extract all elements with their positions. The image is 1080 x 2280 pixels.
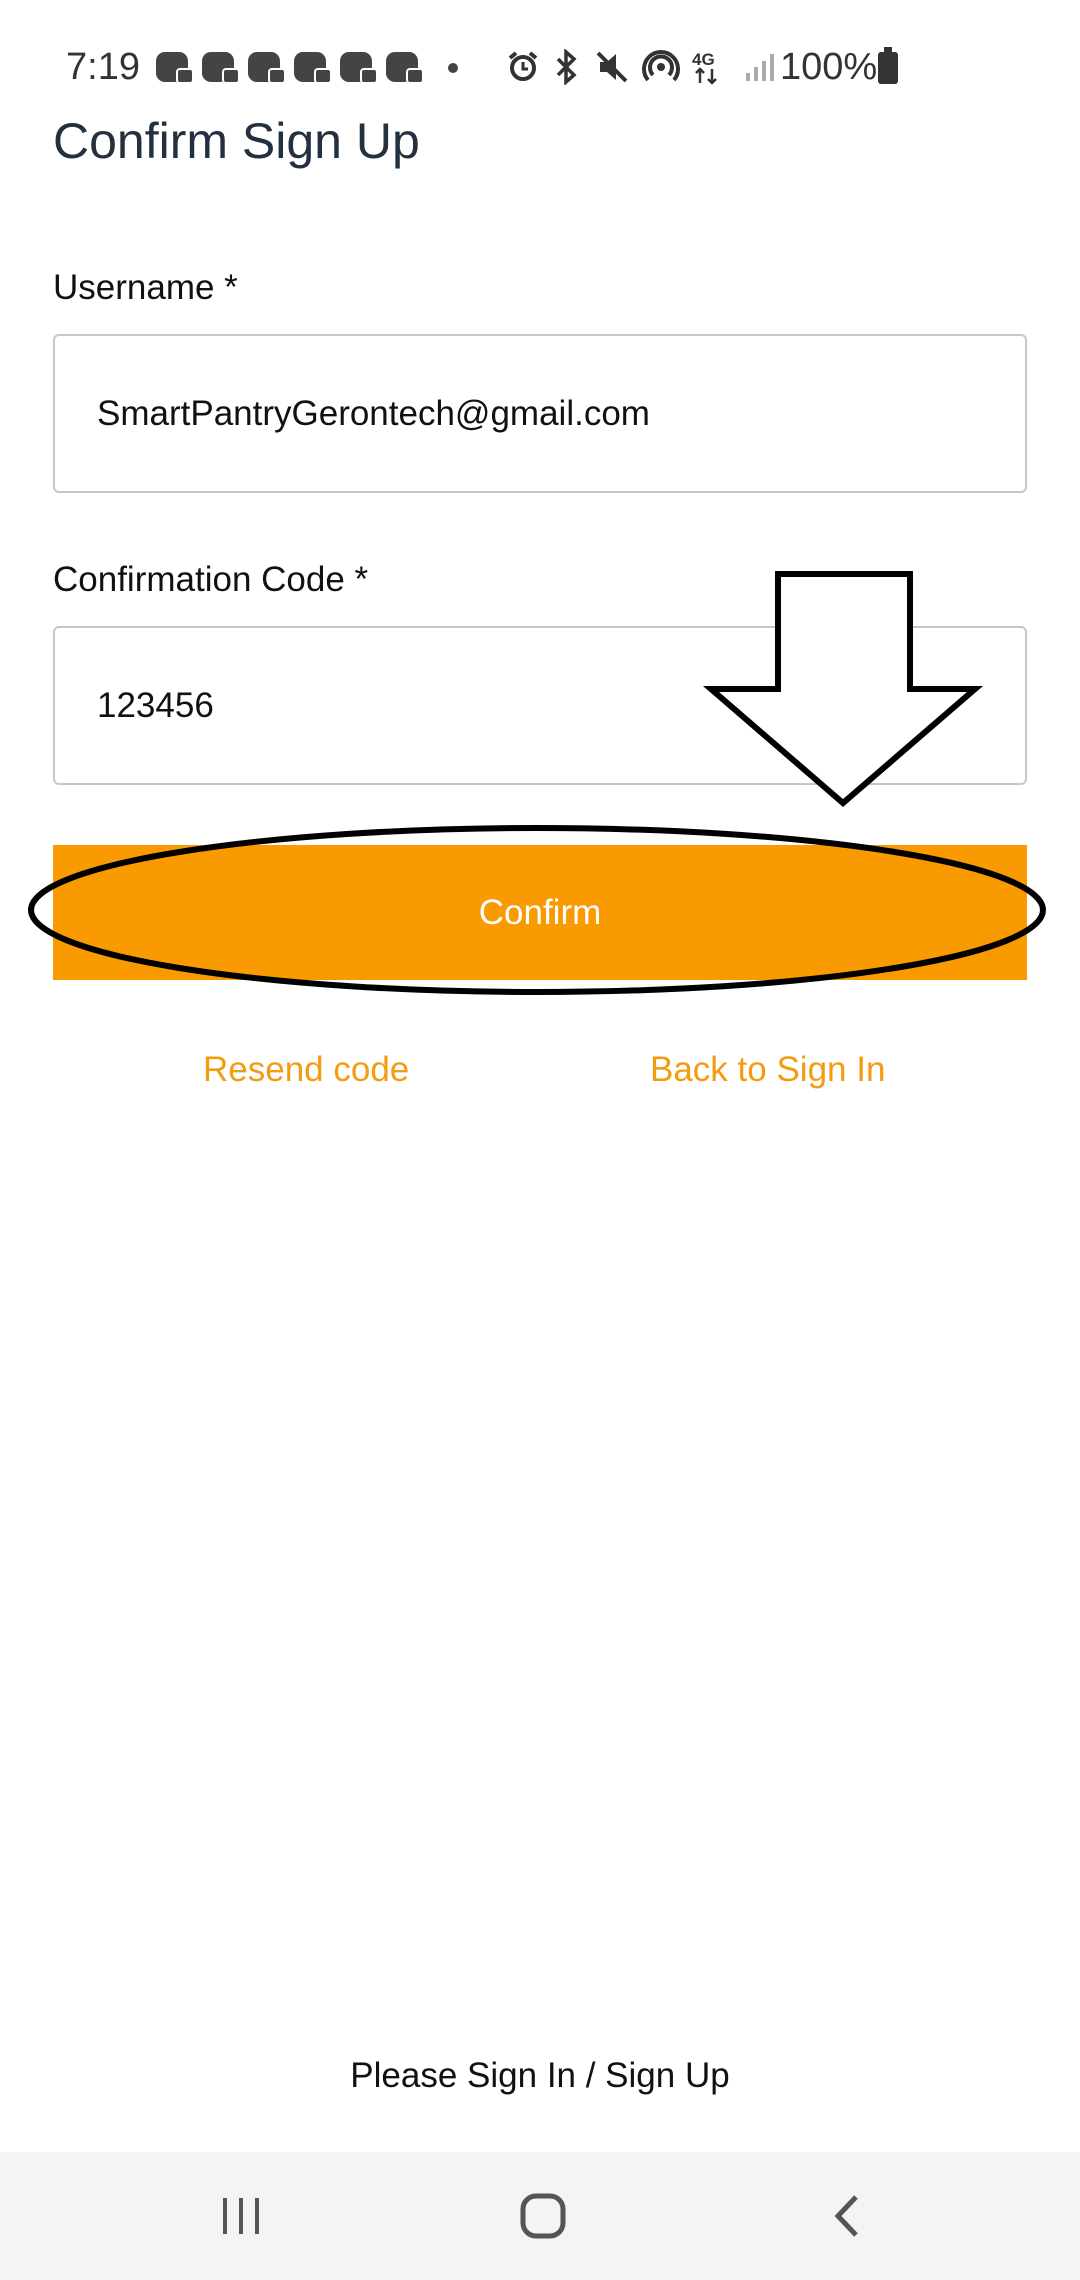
discord-icon [202,52,240,84]
username-field[interactable]: SmartPantryGerontech@gmail.com [53,334,1027,493]
confirm-button-label: Confirm [478,892,602,932]
recent-apps-button[interactable] [181,2152,301,2280]
discord-icon [340,52,378,84]
battery-icon [878,47,898,84]
username-value: SmartPantryGerontech@gmail.com [97,393,650,433]
confirm-button[interactable]: Confirm [53,845,1027,980]
discord-icon [386,52,424,84]
page-title: Confirm Sign Up [53,113,420,169]
home-button[interactable] [483,2152,603,2280]
username-label: Username * [53,268,238,307]
footer-text: Please Sign In / Sign Up [350,2056,730,2095]
back-to-sign-in-link[interactable]: Back to Sign In [650,1050,885,1090]
svg-text:4G: 4G [692,50,715,69]
signal-icon [746,54,774,81]
more-notifications-dot [448,63,458,73]
battery-percentage: 100% [780,46,878,88]
recent-apps-icon [223,2198,259,2234]
back-button[interactable] [787,2152,907,2280]
confirmation-code-value: 123456 [97,685,214,725]
discord-icon [248,52,286,84]
home-icon [520,2193,566,2239]
status-time: 7:19 [66,46,140,88]
navigation-bar [0,2152,1080,2280]
discord-icon [156,52,194,84]
status-bar: 7:19 4G 100% [0,0,1080,130]
bluetooth-icon [556,49,577,85]
confirmation-code-field[interactable]: 123456 [53,626,1027,785]
alarm-icon [508,51,538,81]
mute-icon [596,51,628,83]
system-icons: 4G [506,48,776,86]
4g-icon: 4G [692,50,717,85]
back-icon [834,2195,858,2237]
resend-code-link[interactable]: Resend code [203,1050,409,1090]
discord-icon [294,52,332,84]
hotspot-icon [642,50,680,82]
notification-icons [156,52,424,84]
confirmation-code-label: Confirmation Code * [53,560,369,599]
